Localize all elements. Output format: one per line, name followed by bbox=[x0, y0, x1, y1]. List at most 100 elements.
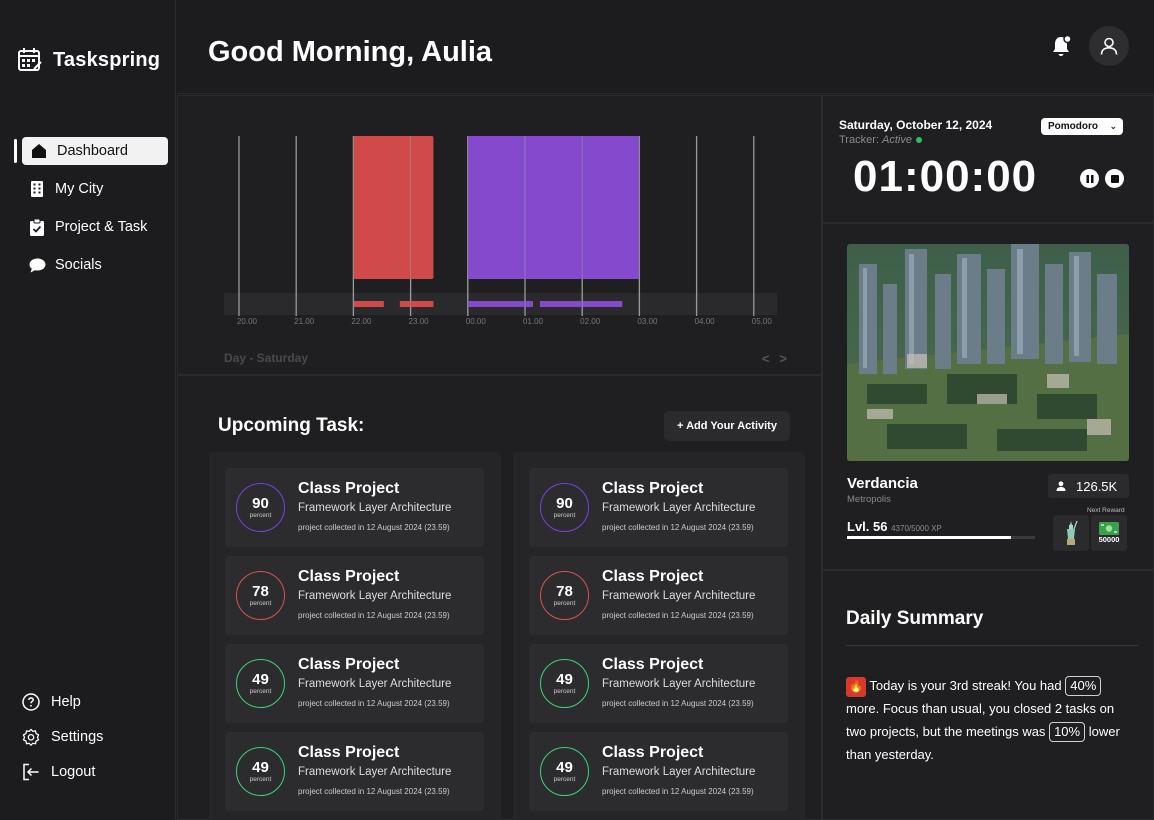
x-tick-label: 23.00 bbox=[409, 317, 430, 326]
reward-money[interactable]: 50000 bbox=[1091, 515, 1127, 551]
tasks-title: Upcoming Task: bbox=[218, 415, 365, 436]
task-card[interactable]: 49 percent Class Project Framework Layer Ar… bbox=[529, 732, 788, 811]
progress-value: 78 bbox=[556, 583, 573, 600]
activity-segment bbox=[467, 301, 534, 307]
logout-icon bbox=[22, 763, 40, 781]
progress-value: 49 bbox=[556, 671, 573, 688]
task-subtitle: Framework Layer Architecture bbox=[298, 678, 452, 690]
population-value: 126.5K bbox=[1076, 478, 1118, 494]
sidebar-item-project-task[interactable]: Project & Task bbox=[14, 213, 168, 241]
progress-unit: percent bbox=[553, 688, 576, 695]
sidebar-item-logout[interactable]: Logout bbox=[22, 758, 103, 786]
progress-unit: percent bbox=[553, 512, 576, 519]
x-tick-label: 03.00 bbox=[637, 317, 658, 326]
task-subtitle: Framework Layer Architecture bbox=[298, 766, 452, 778]
next-arrow-icon[interactable]: > bbox=[779, 351, 797, 366]
activity-segment bbox=[399, 301, 434, 307]
progress-unit: percent bbox=[249, 776, 272, 783]
task-title: Class Project bbox=[298, 744, 400, 761]
statue-icon bbox=[1067, 520, 1078, 545]
gear-icon bbox=[22, 728, 40, 746]
pause-button[interactable] bbox=[1080, 169, 1099, 188]
timeline-panel: 20.00 21.00 22.00 23.00 00.00 01.00 02.00 03.00… bbox=[177, 95, 822, 375]
sidebar-item-my-city[interactable]: My City bbox=[14, 175, 168, 203]
activity-block[interactable] bbox=[353, 136, 434, 279]
clipboard-icon bbox=[28, 218, 46, 236]
task-card[interactable]: 49 percent Class Project Framework Layer Ar… bbox=[225, 732, 484, 811]
stop-button[interactable] bbox=[1105, 169, 1124, 188]
timeline-chart: 20.00 21.00 22.00 23.00 00.00 01.00 02.00 03.00… bbox=[224, 136, 777, 326]
xp-progress-fill bbox=[847, 536, 1012, 539]
mode-select[interactable]: Pomodoro ⌄ bbox=[1041, 118, 1123, 135]
profile-button[interactable] bbox=[1089, 26, 1129, 66]
city-name: Verdancia bbox=[847, 475, 918, 492]
task-card[interactable]: 78 percent Class Project Framework Layer Ar… bbox=[529, 556, 788, 635]
task-meta: project collected in 12 August 2024 (23.… bbox=[298, 611, 450, 620]
app-logo[interactable]: Taskspring bbox=[17, 47, 160, 73]
city-type: Metropolis bbox=[847, 494, 891, 505]
task-card[interactable]: 49 percent Class Project Framework Layer Ar… bbox=[529, 644, 788, 723]
x-tick-label: 04.00 bbox=[695, 317, 716, 326]
task-subtitle: Framework Layer Architecture bbox=[298, 502, 452, 514]
summary-panel: Daily Summary 🔥 Today is your 3rd streak… bbox=[822, 570, 1154, 820]
task-column-1: 90 percent Class Project Framework Layer Ar… bbox=[209, 452, 501, 820]
header: Good Morning, Aulia bbox=[177, 0, 1154, 94]
prev-arrow-icon[interactable]: < bbox=[762, 351, 780, 366]
active-dot-icon bbox=[915, 137, 922, 144]
sidebar-item-settings[interactable]: Settings bbox=[22, 723, 103, 751]
task-card[interactable]: 49 percent Class Project Framework Layer Ar… bbox=[225, 644, 484, 723]
page-title: Good Morning, Aulia bbox=[208, 36, 493, 68]
task-title: Class Project bbox=[602, 480, 704, 497]
progress-value: 49 bbox=[252, 671, 269, 688]
tracker-date: Saturday, October 12, 2024 bbox=[839, 118, 993, 132]
task-card[interactable]: 90 percent Class Project Framework Layer Ar… bbox=[225, 468, 484, 547]
task-card[interactable]: 90 percent Class Project Framework Layer Ar… bbox=[529, 468, 788, 547]
progress-ring: 90 percent bbox=[540, 483, 589, 532]
calendar-icon bbox=[18, 48, 42, 71]
progress-ring: 78 percent bbox=[540, 571, 589, 620]
help-icon bbox=[22, 693, 40, 711]
progress-ring: 90 percent bbox=[236, 483, 285, 532]
task-column-2: 90 percent Class Project Framework Layer Ar… bbox=[513, 452, 805, 820]
tracker-status-value: Active bbox=[882, 134, 912, 146]
summary-text-1: Today is your 3rd streak! You had bbox=[869, 678, 1062, 693]
activity-block[interactable] bbox=[467, 136, 640, 279]
city-image[interactable] bbox=[847, 244, 1129, 461]
add-activity-button[interactable]: + Add Your Activity bbox=[664, 411, 790, 441]
task-subtitle: Framework Layer Architecture bbox=[602, 678, 756, 690]
pause-icon bbox=[1086, 174, 1093, 183]
building-icon bbox=[28, 180, 46, 198]
sidebar-item-socials[interactable]: Socials bbox=[14, 251, 168, 279]
x-tick-label: 01.00 bbox=[523, 317, 544, 326]
notification-bell-icon[interactable] bbox=[1051, 34, 1073, 63]
stop-icon bbox=[1110, 174, 1119, 183]
tasks-panel: Upcoming Task: + Add Your Activity 90 per… bbox=[177, 375, 822, 820]
app-name: Taskspring bbox=[53, 48, 161, 71]
x-tick-label: 00.00 bbox=[466, 317, 487, 326]
reward-statue[interactable] bbox=[1053, 515, 1089, 551]
progress-value: 90 bbox=[556, 495, 573, 512]
mode-select-value: Pomodoro bbox=[1048, 121, 1098, 132]
task-card[interactable]: 78 percent Class Project Framework Layer Ar… bbox=[225, 556, 484, 635]
progress-value: 49 bbox=[556, 759, 573, 776]
xp-value: 4370/5000 XP bbox=[891, 524, 942, 533]
sidebar-item-help[interactable]: Help bbox=[22, 688, 103, 716]
task-meta: project collected in 12 August 2024 (23.… bbox=[602, 699, 754, 708]
city-level: Lvl. 56 4370/5000 XP bbox=[847, 519, 942, 534]
sidebar-item-dashboard[interactable]: Dashboard bbox=[14, 137, 168, 165]
task-title: Class Project bbox=[602, 744, 704, 761]
progress-value: 78 bbox=[252, 583, 269, 600]
chart-nav: <> bbox=[762, 351, 797, 366]
population-badge: 126.5K bbox=[1048, 474, 1129, 498]
timer-display: 01:00:00 bbox=[853, 152, 1038, 201]
activity-segment bbox=[353, 301, 384, 307]
home-icon bbox=[30, 142, 48, 160]
fire-icon: 🔥 bbox=[846, 676, 866, 697]
city-panel: Verdancia Metropolis 126.5K Lvl. 56 4370… bbox=[822, 223, 1154, 570]
sidebar-item-label: Project & Task bbox=[55, 219, 148, 235]
chat-icon bbox=[28, 256, 46, 274]
progress-unit: percent bbox=[249, 512, 272, 519]
progress-ring: 49 percent bbox=[540, 747, 589, 796]
sidebar-item-label: My City bbox=[55, 181, 104, 197]
summary-divider bbox=[846, 645, 1138, 646]
